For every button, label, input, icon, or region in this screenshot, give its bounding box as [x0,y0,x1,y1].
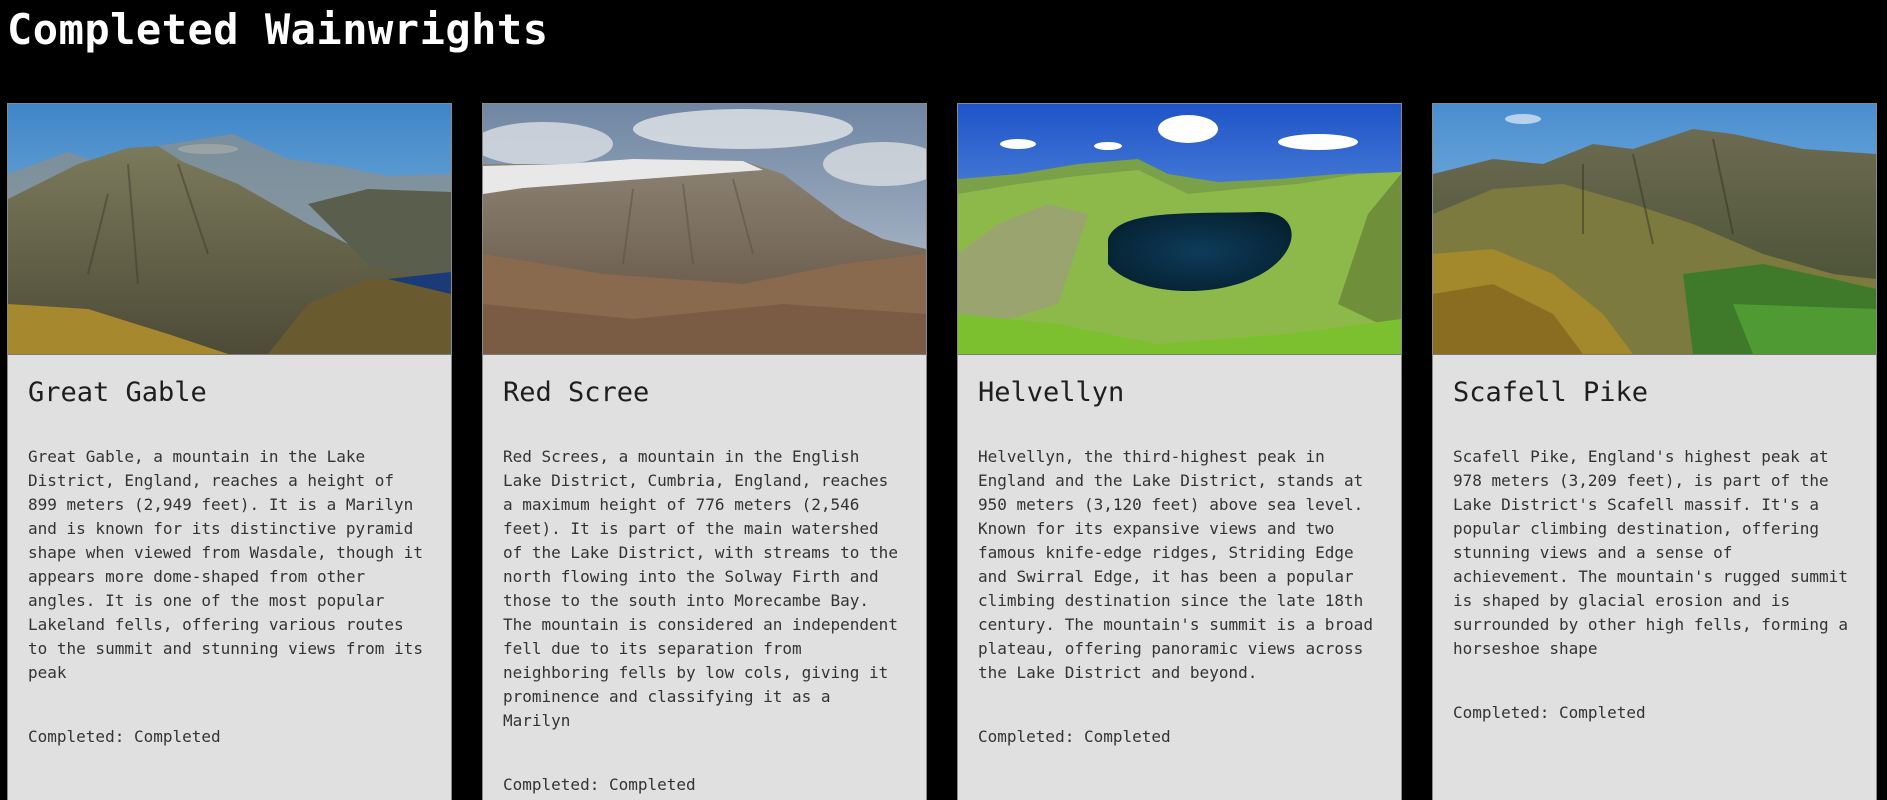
card-body: Scafell Pike Scafell Pike, England's hig… [1433,355,1876,725]
mountain-name: Scafell Pike [1453,377,1649,408]
completed-value: Completed [133,727,221,746]
mountain-photo [1433,104,1876,355]
mountain-photo [8,104,451,355]
mountain-name: Red Scree [503,377,650,408]
completed-status: Completed: Completed [503,773,906,797]
completed-value: Completed [1083,727,1171,746]
mountain-name: Helvellyn [978,377,1125,408]
page-title: Completed Wainwrights [7,5,549,54]
completed-status: Completed: Completed [28,725,431,749]
card-body: Great Gable Great Gable, a mountain in t… [8,355,451,749]
completed-value: Completed [608,775,696,794]
completed-value: Completed [1558,703,1646,722]
card-grid: Great Gable Great Gable, a mountain in t… [7,103,1877,800]
card-body: Red Scree Red Screes, a mountain in the … [483,355,926,797]
completed-label: Completed: [28,727,125,746]
card-body: Helvellyn Helvellyn, the third-highest p… [958,355,1401,749]
mountain-card-red-scree: Red Scree Red Screes, a mountain in the … [482,103,927,800]
completed-label: Completed: [503,775,600,794]
mountain-card-helvellyn: Helvellyn Helvellyn, the third-highest p… [957,103,1402,800]
completed-label: Completed: [978,727,1075,746]
mountain-description: Great Gable, a mountain in the Lake Dist… [28,447,423,682]
mountain-card-scafell-pike: Scafell Pike Scafell Pike, England's hig… [1432,103,1877,800]
completed-label: Completed: [1453,703,1550,722]
completed-status: Completed: Completed [978,725,1381,749]
mountain-photo [483,104,926,355]
mountain-description: Red Screes, a mountain in the English La… [503,447,898,730]
completed-status: Completed: Completed [1453,701,1856,725]
mountain-card-great-gable: Great Gable Great Gable, a mountain in t… [7,103,452,800]
mountain-description: Helvellyn, the third-highest peak in Eng… [978,447,1373,682]
mountain-name: Great Gable [28,377,207,408]
mountain-description: Scafell Pike, England's highest peak at … [1453,447,1848,658]
mountain-photo [958,104,1401,355]
